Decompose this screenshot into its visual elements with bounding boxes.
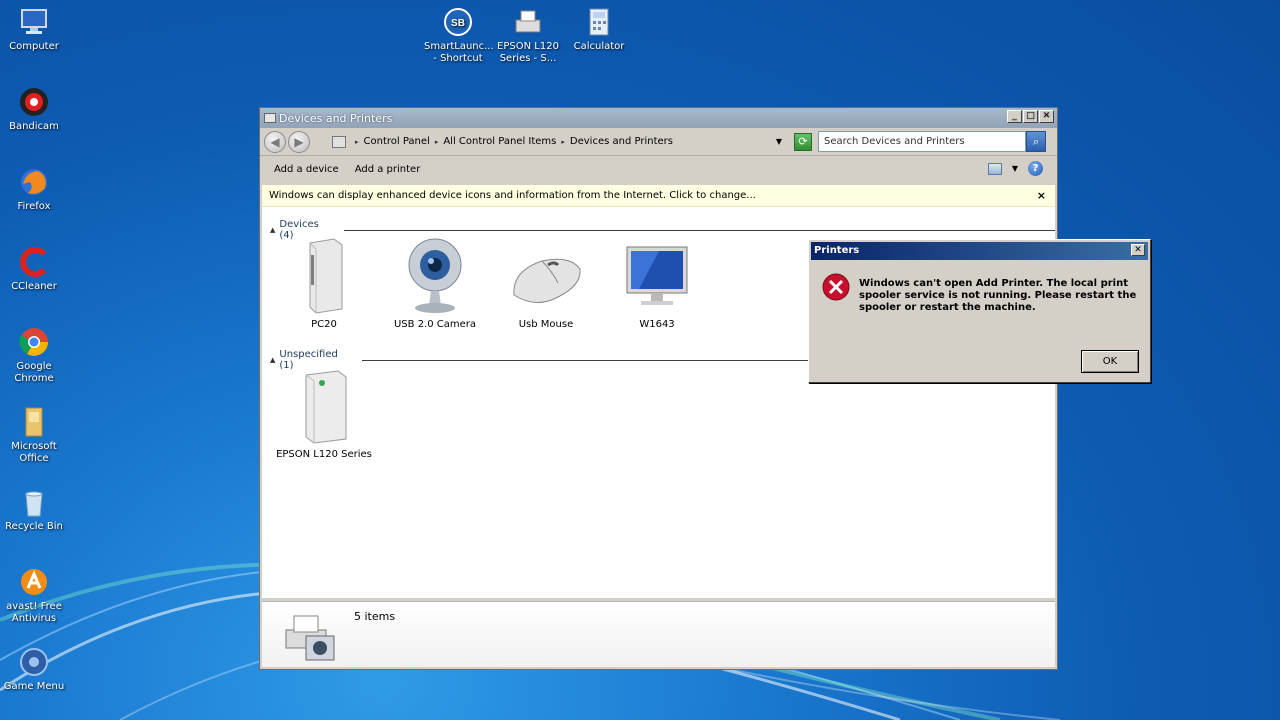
desktop-icon-label: Bandicam [9,121,59,132]
desktop-icon-microsoft-office[interactable]: Microsoft Office [0,406,68,465]
monitor-icon [619,235,695,315]
device-usb-camera[interactable]: USB 2.0 Camera [385,235,485,330]
maximize-button[interactable]: □ [1023,110,1038,123]
desktop-icon-smartlaunch[interactable]: SB SmartLaunc... - Shortcut [424,6,494,65]
desktop-icon-computer[interactable]: Computer [0,6,68,53]
firefox-icon [18,166,50,198]
desktop-icon-avast[interactable]: avast! Free Antivirus [0,566,68,625]
mouse-icon [508,235,584,315]
desktop-icon-label: avast! Free Antivirus [6,601,62,624]
calculator-icon [583,6,615,38]
smartlaunch-icon: SB [442,6,474,38]
refresh-button[interactable]: ⟳ [794,132,812,151]
dialog-close-button[interactable]: ✕ [1131,244,1145,256]
desktop-icon-label: Microsoft Office [11,441,57,464]
search-input[interactable]: Search Devices and Printers [818,131,1026,152]
desktop-icon-calculator[interactable]: Calculator [565,6,633,53]
devices-printers-icon [280,608,340,664]
unspecified-device-icon [286,365,362,445]
breadcrumb-arrow-icon[interactable]: ▸ [435,138,439,146]
desktop-icon-label: Game Menu [3,681,65,692]
external-drive-icon [286,235,362,315]
forward-button[interactable]: ▶ [288,130,310,153]
breadcrumb-all-items[interactable]: All Control Panel Items [443,136,556,147]
devices-and-printers-window: Devices and Printers _ □ ✕ ◀ ▶ ▸ Control… [259,107,1058,670]
details-pane: 5 items [262,601,1055,667]
back-button[interactable]: ◀ [264,130,286,153]
game-menu-icon [18,646,50,678]
command-bar: Add a device Add a printer ▼ ? [260,156,1057,183]
collapse-arrow-icon[interactable]: ▲ [270,226,275,234]
desktop-icon-label: Computer [9,41,59,52]
desktop-icon-label: Google Chrome [14,361,54,384]
add-printer-button[interactable]: Add a printer [355,164,421,175]
close-button[interactable]: ✕ [1039,110,1054,123]
desktop-icon-bandicam[interactable]: Bandicam [0,86,68,133]
address-dropdown-icon[interactable]: ▼ [776,137,782,146]
minimize-button[interactable]: _ [1007,110,1022,123]
view-dropdown-icon[interactable]: ▼ [1012,164,1018,173]
error-icon [821,272,851,302]
desktop-icon-label: EPSON L120 Series - S... [497,41,559,64]
group-divider [344,229,1055,231]
recycle-bin-icon [18,486,50,518]
window-title: Devices and Printers [279,111,393,125]
breadcrumb-arrow-icon[interactable]: ▸ [561,138,565,146]
info-bar-text: Windows can display enhanced device icon… [269,190,756,201]
change-view-icon[interactable] [987,162,1002,175]
device-usb-mouse[interactable]: Usb Mouse [496,235,596,330]
device-label: W1643 [639,319,675,330]
device-label: PC20 [311,319,337,330]
breadcrumb-arrow-icon[interactable]: ▸ [355,138,359,146]
breadcrumb-devices-printers[interactable]: Devices and Printers [570,136,673,147]
desktop-icon-game-menu[interactable]: Game Menu [0,646,68,693]
desktop-icon-label: Recycle Bin [5,521,63,532]
device-w1643[interactable]: W1643 [607,235,707,330]
printers-error-dialog: Printers ✕ Windows can't open Add Printe… [808,239,1151,383]
info-bar[interactable]: Windows can display enhanced device icon… [262,185,1055,207]
printer-icon [512,6,544,38]
search-icon[interactable]: ⌕ [1026,131,1046,152]
device-label: EPSON L120 Series [276,449,372,460]
add-device-button[interactable]: Add a device [274,164,339,175]
desktop-icon-recycle-bin[interactable]: Recycle Bin [0,486,68,533]
help-icon[interactable]: ? [1028,161,1043,176]
dialog-title[interactable]: Printers [811,242,1148,260]
window-titlebar[interactable]: Devices and Printers _ □ ✕ [260,108,1057,128]
breadcrumb-control-panel[interactable]: Control Panel [364,136,430,147]
device-pc20[interactable]: PC20 [274,235,374,330]
item-count: 5 items [354,610,396,623]
desktop-icon-google-chrome[interactable]: Google Chrome [0,326,68,385]
device-epson-l120[interactable]: EPSON L120 Series [274,365,374,460]
desktop-icon-label: CCleaner [11,281,57,292]
avast-icon [18,566,50,598]
desktop-icon-firefox[interactable]: Firefox [0,166,68,213]
svg-text:SB: SB [451,18,465,29]
desktop-icon-label: SmartLaunc... - Shortcut [424,41,494,64]
device-label: USB 2.0 Camera [393,319,477,330]
webcam-icon [397,235,473,315]
desktop-icon-label: Firefox [17,201,51,212]
info-bar-close-icon[interactable]: × [1037,185,1046,206]
folder-icon [18,406,50,438]
collapse-arrow-icon[interactable]: ▲ [270,356,275,364]
address-bar[interactable]: ▸ Control Panel ▸ All Control Panel Item… [328,131,786,152]
ccleaner-icon [18,246,50,278]
desktop-icon-epson-shortcut[interactable]: EPSON L120 Series - S... [494,6,562,65]
devices-printers-icon [264,113,276,123]
ok-button[interactable]: OK [1081,350,1139,373]
bandicam-icon [18,86,50,118]
address-bar-row: ◀ ▶ ▸ Control Panel ▸ All Control Panel … [260,128,1057,156]
desktop-icon-ccleaner[interactable]: CCleaner [0,246,68,293]
desktop-icon-label: Calculator [573,41,625,52]
device-label: Usb Mouse [518,319,574,330]
chrome-icon [18,326,50,358]
dialog-message: Windows can't open Add Printer. The loca… [859,278,1137,313]
control-panel-icon [332,135,346,148]
computer-icon [18,6,50,38]
